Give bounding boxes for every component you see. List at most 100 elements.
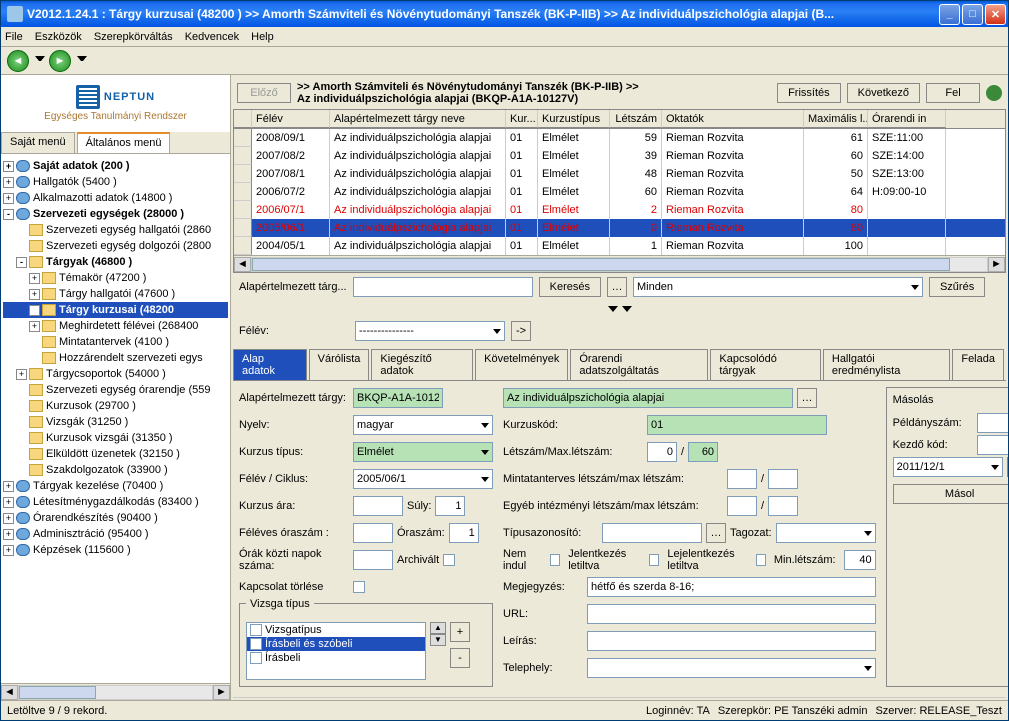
tree-item[interactable]: Hozzárendelt szervezeti egys — [3, 350, 228, 366]
tree-item[interactable]: +Meghirdetett félévei (268400 — [3, 318, 228, 334]
next-button[interactable]: Következő — [847, 83, 920, 103]
back-dropdown[interactable] — [35, 56, 45, 66]
expand-arrows[interactable] — [233, 301, 1006, 317]
tree-item[interactable]: Szervezeti egység hallgatói (2860 — [3, 222, 228, 238]
tagozat-select[interactable] — [776, 523, 876, 543]
minta1-input[interactable] — [727, 469, 757, 489]
filter-scope-select[interactable]: Minden — [633, 277, 923, 297]
tree-item[interactable]: +Tárgy hallgatói (47600 ) — [3, 286, 228, 302]
table-row[interactable]: 2004/05/1Az individuálpszichológia alapj… — [234, 237, 1005, 255]
tree-item[interactable]: +Témakör (47200 ) — [3, 270, 228, 286]
kurzuskod-input[interactable] — [647, 415, 827, 435]
tree-item[interactable]: +Alkalmazotti adatok (14800 ) — [3, 190, 228, 206]
egyeb1-input[interactable] — [727, 496, 757, 516]
tab-hallg[interactable]: Hallgatói eredménylista — [823, 349, 950, 380]
tree-item[interactable]: +Saját adatok (200 ) — [3, 158, 228, 174]
feleves-input[interactable] — [353, 523, 393, 543]
forward-dropdown[interactable] — [77, 56, 87, 66]
letszam1-input[interactable] — [647, 442, 677, 462]
table-row[interactable]: 2007/08/2Az individuálpszichológia alapj… — [234, 147, 1005, 165]
col-orarend[interactable]: Órarendi in — [868, 110, 946, 128]
egyeb2-input[interactable] — [768, 496, 798, 516]
felev-go-button[interactable]: -> — [511, 321, 531, 341]
letszam2-input[interactable] — [688, 442, 718, 462]
table-row[interactable]: 2007/08/1Az individuálpszichológia alapj… — [234, 165, 1005, 183]
menu-fav[interactable]: Kedvencek — [185, 31, 239, 43]
tab-varolista[interactable]: Várólista — [309, 349, 370, 380]
table-row[interactable]: 2008/09/1Az individuálpszichológia alapj… — [234, 129, 1005, 147]
ciklus-select[interactable]: 2005/06/1 — [353, 469, 493, 489]
tipus-select[interactable]: Elmélet — [353, 442, 493, 462]
masol-button[interactable]: Másol — [893, 484, 1008, 504]
tree-item[interactable]: +Tárgycsoportok (54000 ) — [3, 366, 228, 382]
minimize-button[interactable]: _ — [939, 4, 960, 25]
filter-button[interactable]: Szűrés — [929, 277, 985, 297]
tree-item[interactable]: Vizsgák (31250 ) — [3, 414, 228, 430]
sidebar-hscroll[interactable]: ◄► — [1, 683, 230, 700]
tipaz-input[interactable] — [602, 523, 702, 543]
maximize-button[interactable]: □ — [962, 4, 983, 25]
jellet-check[interactable] — [649, 554, 659, 566]
col-felev[interactable]: Félév — [252, 110, 330, 128]
tree-item[interactable]: Kurzusok vizsgái (31350 ) — [3, 430, 228, 446]
tree-item[interactable]: +Létesítménygazdálkodás (83400 ) — [3, 494, 228, 510]
tree-item[interactable]: -Szervezeti egységek (28000 ) — [3, 206, 228, 222]
minta2-input[interactable] — [768, 469, 798, 489]
tab-kapcs[interactable]: Kapcsolódó tárgyak — [710, 349, 821, 380]
grid-hscroll[interactable]: ◄► — [234, 255, 1005, 272]
orak-input[interactable] — [353, 550, 393, 570]
tree-item[interactable]: Kurzusok (29700 ) — [3, 398, 228, 414]
tree-item[interactable]: Elküldött üzenetek (32150 ) — [3, 446, 228, 462]
tree-item[interactable]: +Órarendkészítés (90400 ) — [3, 510, 228, 526]
tab-orarendi[interactable]: Órarendi adatszolgáltatás — [570, 349, 708, 380]
nav-tree[interactable]: +Saját adatok (200 )+Hallgatók (5400 )+A… — [1, 154, 230, 683]
tree-item[interactable]: Mintatantervek (4100 ) — [3, 334, 228, 350]
leiras-input[interactable] — [587, 631, 876, 651]
tab-alap[interactable]: Alap adatok — [233, 349, 307, 380]
col-tipus[interactable]: Kurzustípus — [538, 110, 610, 128]
tree-item[interactable]: +Tárgy kurzusai (48200 — [3, 302, 228, 318]
search-button[interactable]: Keresés — [539, 277, 601, 297]
filter-input[interactable] — [353, 277, 533, 297]
url-input[interactable] — [587, 604, 876, 624]
tree-item[interactable]: +Hallgatók (5400 ) — [3, 174, 228, 190]
tree-item[interactable]: +Képzések (115600 ) — [3, 542, 228, 558]
tab-kieg[interactable]: Kiegészítő adatok — [371, 349, 473, 380]
lejel-check[interactable] — [756, 554, 766, 566]
up-button[interactable]: Fel — [926, 83, 980, 103]
tree-item[interactable]: +Adminisztráció (95400 ) — [3, 526, 228, 542]
menu-help[interactable]: Help — [251, 31, 274, 43]
ara-input[interactable] — [353, 496, 403, 516]
menu-role[interactable]: Szerepkörváltás — [94, 31, 173, 43]
reload-icon[interactable] — [986, 85, 1002, 101]
back-button[interactable]: ◄ — [7, 50, 29, 72]
close-button[interactable]: ✕ — [985, 4, 1006, 25]
tree-item[interactable]: -Tárgyak (46800 ) — [3, 254, 228, 270]
col-oktatok[interactable]: Oktatók — [662, 110, 804, 128]
kezdo-input[interactable] — [977, 435, 1008, 455]
tab-own-menu[interactable]: Saját menü — [1, 132, 75, 153]
archivalt-check[interactable] — [443, 554, 455, 566]
tree-item[interactable]: Szervezeti egység órarendje (559 — [3, 382, 228, 398]
col-rowhead[interactable] — [234, 110, 252, 128]
refresh-button[interactable]: Frissítés — [777, 83, 841, 103]
vizsga-add[interactable]: + — [450, 622, 470, 642]
tab-kovet[interactable]: Követelmények — [475, 349, 568, 380]
menu-tools[interactable]: Eszközök — [35, 31, 82, 43]
filter-more-button[interactable]: … — [607, 277, 627, 297]
minlet-input[interactable] — [844, 550, 876, 570]
tree-item[interactable]: +Tárgyak kezelése (70400 ) — [3, 478, 228, 494]
col-max[interactable]: Maximális l... — [804, 110, 868, 128]
oraszam-input[interactable] — [449, 523, 479, 543]
alap-browse[interactable]: … — [797, 388, 817, 408]
prev-button[interactable]: Előző — [237, 83, 291, 103]
tree-item[interactable]: Szakdolgozatok (33900 ) — [3, 462, 228, 478]
vizsga-listbox[interactable]: Vizsgatípus Írásbeli és szóbeli Írásbeli — [246, 622, 426, 680]
table-row[interactable]: 2006/07/2Az individuálpszichológia alapj… — [234, 183, 1005, 201]
alap-name-input[interactable] — [503, 388, 793, 408]
felev-select[interactable]: --------------- — [355, 321, 505, 341]
megj-input[interactable] — [587, 577, 876, 597]
tab-general-menu[interactable]: Általános menü — [77, 132, 171, 153]
vizsga-down[interactable]: ▼ — [430, 634, 446, 646]
col-kur[interactable]: Kur... — [506, 110, 538, 128]
